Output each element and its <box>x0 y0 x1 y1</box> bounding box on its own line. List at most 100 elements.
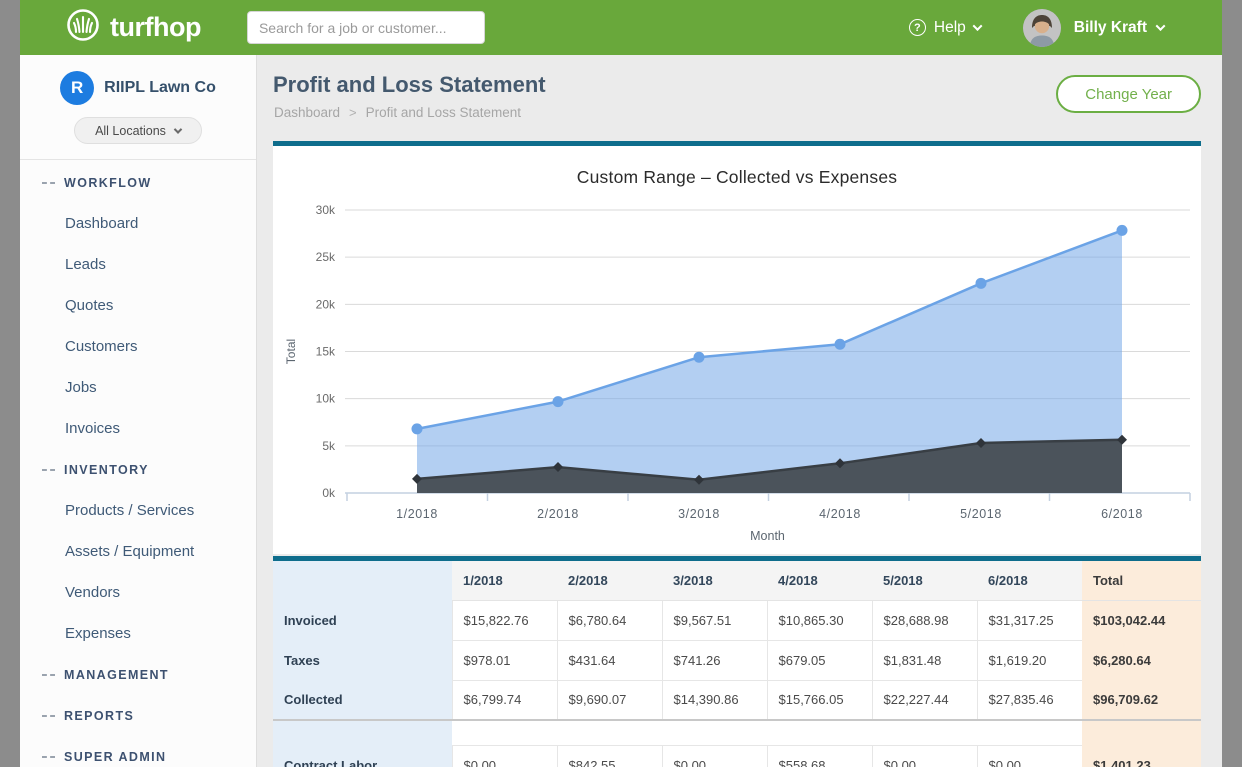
grass-logo-icon <box>66 8 100 47</box>
brand-logo[interactable]: turfhop <box>66 8 201 47</box>
window-gutter-right <box>1222 0 1242 767</box>
table-cell: $0.00 <box>872 745 977 767</box>
table-cell: $15,766.05 <box>767 680 872 720</box>
sidebar-item-leads[interactable]: Leads <box>20 244 256 285</box>
sidebar-section-inventory[interactable]: INVENTORY <box>20 449 256 490</box>
table-cell-total: $6,280.64 <box>1082 640 1201 680</box>
table-cell: $10,865.30 <box>767 600 872 640</box>
table-row-collected: Collected $6,799.74 $9,690.07 $14,390.86… <box>273 680 1201 720</box>
sidebar-item-expenses[interactable]: Expenses <box>20 613 256 654</box>
col-header-total: Total <box>1082 561 1201 600</box>
sidebar-section-super-admin[interactable]: SUPER ADMIN <box>20 736 256 767</box>
table-cell: $28,688.98 <box>872 600 977 640</box>
table-cell: $9,567.51 <box>662 600 767 640</box>
table-cell: $31,317.25 <box>977 600 1082 640</box>
company-name: RIIPL Lawn Co <box>104 79 216 97</box>
table-section-gap <box>273 720 1201 745</box>
row-label: Collected <box>273 680 452 720</box>
page-title: Profit and Loss Statement <box>273 72 546 98</box>
breadcrumb-dashboard[interactable]: Dashboard <box>274 105 340 120</box>
dashes-icon <box>42 715 55 717</box>
table-cell-total: $103,042.44 <box>1082 600 1201 640</box>
svg-text:5k: 5k <box>322 439 336 453</box>
table-cell: $6,780.64 <box>557 600 662 640</box>
change-year-button[interactable]: Change Year <box>1056 75 1201 113</box>
dashes-icon <box>42 674 55 676</box>
col-header: 1/2018 <box>452 561 557 600</box>
chevron-down-icon <box>972 21 982 31</box>
dashes-icon <box>42 469 55 471</box>
user-avatar[interactable] <box>1023 9 1061 47</box>
sidebar-item-products-services[interactable]: Products / Services <box>20 490 256 531</box>
dashes-icon <box>42 756 55 758</box>
table-header-row: 1/2018 2/2018 3/2018 4/2018 5/2018 6/201… <box>273 561 1201 600</box>
dashes-icon <box>42 182 55 184</box>
breadcrumb: Dashboard > Profit and Loss Statement <box>274 105 521 120</box>
col-header: 2/2018 <box>557 561 662 600</box>
svg-text:10k: 10k <box>316 392 336 406</box>
table-cell: $842.55 <box>557 745 662 767</box>
table-cell: $978.01 <box>452 640 557 680</box>
company-badge: R <box>60 71 94 105</box>
chevron-down-icon <box>174 125 182 133</box>
table-cell: $0.00 <box>662 745 767 767</box>
chart-canvas: 0k5k10k15k20k25k30k1/20182/20183/20184/2… <box>273 151 1201 554</box>
table-cell: $558.68 <box>767 745 872 767</box>
user-name: Billy Kraft <box>1074 19 1147 37</box>
table-cell: $27,835.46 <box>977 680 1082 720</box>
col-header: 3/2018 <box>662 561 767 600</box>
table-row-taxes: Taxes $978.01 $431.64 $741.26 $679.05 $1… <box>273 640 1201 680</box>
sidebar-menu: WORKFLOW Dashboard Leads Quotes Customer… <box>20 160 256 767</box>
user-menu[interactable]: Billy Kraft <box>1074 19 1164 37</box>
sidebar-section-reports[interactable]: REPORTS <box>20 695 256 736</box>
row-label: Invoiced <box>273 600 452 640</box>
locations-dropdown[interactable]: All Locations <box>74 117 202 144</box>
sidebar-item-customers[interactable]: Customers <box>20 326 256 367</box>
window-gutter-left <box>0 0 20 767</box>
table-cell: $679.05 <box>767 640 872 680</box>
sidebar-item-vendors[interactable]: Vendors <box>20 572 256 613</box>
search-input[interactable] <box>247 11 485 44</box>
svg-text:2/2018: 2/2018 <box>537 507 579 521</box>
table-cell: $15,822.76 <box>452 600 557 640</box>
sidebar-item-jobs[interactable]: Jobs <box>20 367 256 408</box>
svg-text:4/2018: 4/2018 <box>819 507 861 521</box>
chevron-down-icon <box>1156 21 1166 31</box>
table-cell: $9,690.07 <box>557 680 662 720</box>
table-cell: $6,799.74 <box>452 680 557 720</box>
svg-text:0k: 0k <box>322 486 336 500</box>
svg-text:5/2018: 5/2018 <box>960 507 1002 521</box>
sidebar-company-block: R RIIPL Lawn Co All Locations <box>20 55 256 160</box>
table-cell: $0.00 <box>452 745 557 767</box>
company: R RIIPL Lawn Co <box>20 55 256 105</box>
sidebar-item-assets-equipment[interactable]: Assets / Equipment <box>20 531 256 572</box>
table-cell: $1,619.20 <box>977 640 1082 680</box>
table-row-invoiced: Invoiced $15,822.76 $6,780.64 $9,567.51 … <box>273 600 1201 640</box>
table-cell-total: $96,709.62 <box>1082 680 1201 720</box>
help-menu[interactable]: ? Help <box>909 19 981 37</box>
sidebar-section-management[interactable]: MANAGEMENT <box>20 654 256 695</box>
help-label: Help <box>934 19 966 37</box>
sidebar-item-dashboard[interactable]: Dashboard <box>20 203 256 244</box>
table-corner-cell <box>273 561 452 600</box>
col-header: 4/2018 <box>767 561 872 600</box>
sidebar-item-quotes[interactable]: Quotes <box>20 285 256 326</box>
main-content: Profit and Loss Statement Dashboard > Pr… <box>257 55 1222 767</box>
col-header: 6/2018 <box>977 561 1082 600</box>
table-cell: $431.64 <box>557 640 662 680</box>
table-cell-total: $1,401.23 <box>1082 745 1201 767</box>
sidebar-item-invoices[interactable]: Invoices <box>20 408 256 449</box>
row-label: Contract Labor <box>273 745 452 767</box>
svg-text:20k: 20k <box>316 297 336 311</box>
table-cell: $741.26 <box>662 640 767 680</box>
table-cell: $1,831.48 <box>872 640 977 680</box>
sidebar-section-workflow[interactable]: WORKFLOW <box>20 162 256 203</box>
svg-text:1/2018: 1/2018 <box>396 507 438 521</box>
locations-label: All Locations <box>95 124 166 138</box>
table-cell: $0.00 <box>977 745 1082 767</box>
chart-card: Custom Range – Collected vs Expenses 0k5… <box>273 141 1201 554</box>
sidebar: R RIIPL Lawn Co All Locations WORKFLOW D… <box>20 55 257 767</box>
brand-name: turfhop <box>110 12 201 43</box>
top-navbar: turfhop ? Help Billy Kraft <box>20 0 1222 55</box>
help-icon: ? <box>909 19 926 36</box>
